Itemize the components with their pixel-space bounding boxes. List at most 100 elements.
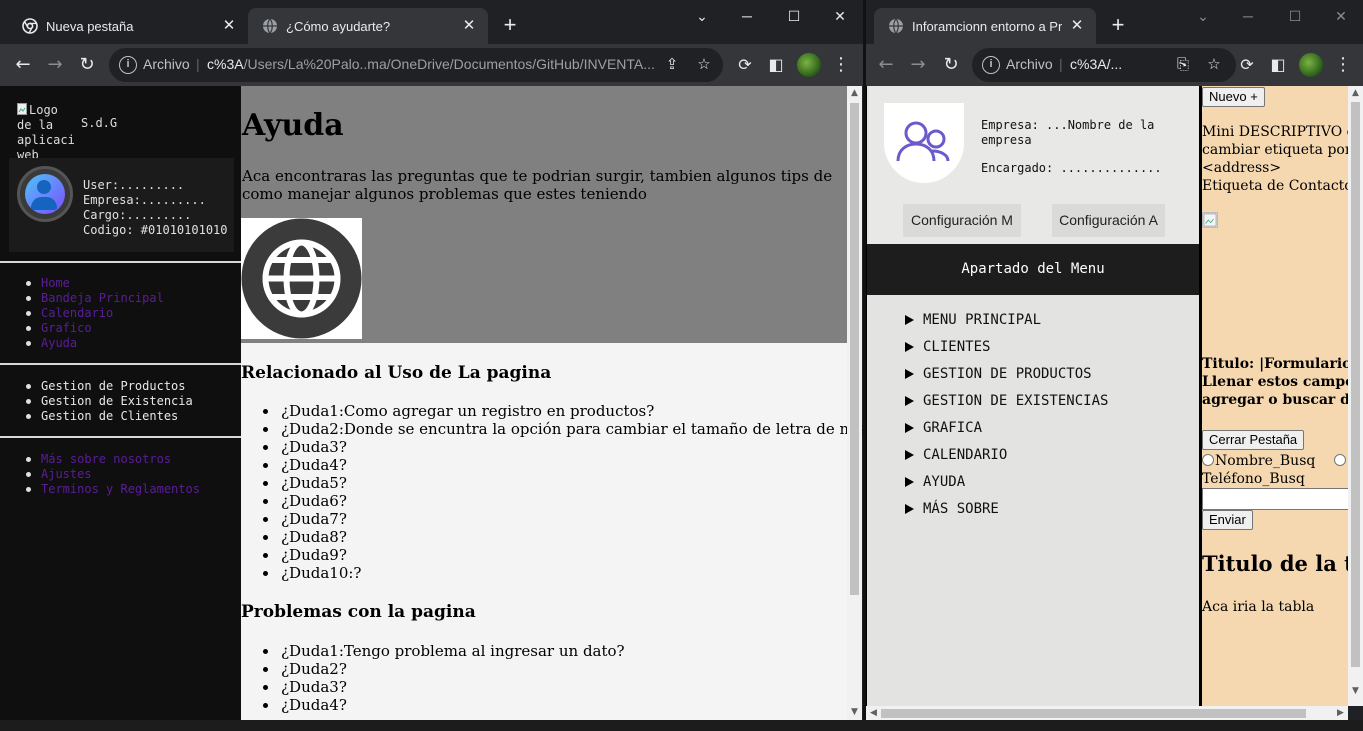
- close-window-icon[interactable]: ✕: [1331, 6, 1351, 26]
- back-icon[interactable]: ←: [874, 53, 898, 77]
- scroll-down-icon[interactable]: ▼: [1348, 684, 1363, 699]
- config-a-button[interactable]: Configuración A: [1052, 204, 1165, 237]
- close-tab-icon[interactable]: ✕: [1068, 17, 1086, 35]
- menu-kebab-icon[interactable]: ⋮: [829, 53, 853, 77]
- address-bar[interactable]: i Archivo | c%3A/... ⎘ ☆: [972, 48, 1236, 82]
- user-code: Codigo: #01010101010: [83, 223, 228, 237]
- section-title-problems: Problemas con la pagina: [241, 602, 476, 622]
- scroll-up-icon[interactable]: ▲: [847, 86, 862, 101]
- reload-icon[interactable]: ↻: [75, 53, 99, 77]
- menu-item-chart[interactable]: GRAFICA: [905, 419, 1108, 446]
- menu-kebab-icon[interactable]: ⋮: [1331, 53, 1355, 77]
- menu-item-products[interactable]: GESTION DE PRODUCTOS: [905, 365, 1108, 392]
- tab-help[interactable]: ¿Cómo ayudarte? ✕: [248, 8, 488, 44]
- tab-products[interactable]: Inforamcionn entorno a Produ ✕: [874, 8, 1096, 44]
- nav-item-calendar[interactable]: Calendario: [26, 306, 164, 321]
- vertical-scrollbar[interactable]: ▲ ▼: [1348, 86, 1363, 706]
- profile-avatar[interactable]: [1299, 53, 1323, 77]
- page-viewport: Empresa: ...Nombre de la empresa Encarga…: [866, 86, 1363, 720]
- browser-toolbar: ← → ↻ i Archivo | c%3A/Users/La%20Palo..…: [0, 44, 863, 86]
- share-icon[interactable]: ⇪: [663, 56, 681, 74]
- forward-icon[interactable]: →: [906, 53, 930, 77]
- separator: |: [196, 56, 200, 72]
- page-viewport: Logo de la aplicaci web S.d.G User:.....…: [0, 86, 863, 720]
- profile-avatar[interactable]: [797, 53, 821, 77]
- horizontal-scrollbar[interactable]: ◀ ▶: [866, 706, 1348, 720]
- divider: [0, 363, 241, 365]
- faq-item: ¿Duda10:?: [262, 564, 863, 582]
- user-avatar: [17, 166, 73, 222]
- menu-section-header: Apartado del Menu: [867, 244, 1199, 295]
- scrollbar-thumb[interactable]: [850, 103, 859, 595]
- sidebar: Logo de la aplicaci web S.d.G User:.....…: [0, 86, 241, 720]
- side-panel-icon[interactable]: ◧: [764, 53, 788, 77]
- menu-item-clients[interactable]: CLIENTES: [905, 338, 1108, 365]
- scroll-right-icon[interactable]: ▶: [1333, 706, 1348, 720]
- tab-title: Nueva pestaña: [46, 18, 134, 34]
- scrollbar-thumb[interactable]: [881, 709, 1306, 718]
- close-tab-icon[interactable]: ✕: [220, 17, 238, 35]
- menu-item-help[interactable]: AYUDA: [905, 473, 1108, 500]
- address-bar[interactable]: i Archivo | c%3A/Users/La%20Palo..ma/One…: [109, 48, 723, 82]
- extension-icon[interactable]: ⟳: [1235, 53, 1259, 77]
- tab-search-icon[interactable]: ⌄: [1193, 6, 1213, 26]
- nav-item-about[interactable]: Más sobre nosotros: [26, 452, 200, 467]
- divider: [0, 436, 241, 438]
- new-button[interactable]: Nuevo +: [1202, 87, 1265, 107]
- info-icon[interactable]: i: [119, 56, 137, 74]
- config-m-button[interactable]: Configuración M: [903, 204, 1021, 237]
- menu-sidebar: Empresa: ...Nombre de la empresa Encarga…: [866, 86, 1199, 720]
- scroll-down-icon[interactable]: ▼: [847, 705, 862, 720]
- broken-image-icon: [17, 103, 27, 115]
- scrollbar-thumb[interactable]: [1351, 102, 1360, 667]
- bookmark-star-icon[interactable]: ☆: [695, 56, 713, 74]
- menu-item-calendar[interactable]: CALENDARIO: [905, 446, 1108, 473]
- radio-name[interactable]: [1202, 454, 1214, 466]
- back-icon[interactable]: ←: [11, 53, 35, 77]
- user-company: Empresa:.........: [83, 193, 206, 207]
- menu-item-stock[interactable]: GESTION DE EXISTENCIAS: [905, 392, 1108, 419]
- maximize-icon[interactable]: ☐: [784, 6, 804, 26]
- search-input[interactable]: [1202, 488, 1348, 510]
- new-tab-icon[interactable]: +: [1105, 12, 1131, 38]
- form-title-line: Titulo: |Formulario|: [1202, 356, 1348, 372]
- minimize-icon[interactable]: ─: [737, 6, 757, 26]
- section-title-usage: Relacionado al Uso de La pagina: [241, 363, 552, 383]
- page-title: Ayuda: [242, 108, 344, 143]
- nav-item-terms[interactable]: Terminos y Reglamentos: [26, 482, 200, 497]
- new-tab-icon[interactable]: +: [497, 12, 523, 38]
- scroll-left-icon[interactable]: ◀: [866, 706, 881, 720]
- reload-icon[interactable]: ↻: [939, 53, 963, 77]
- send-button[interactable]: Enviar: [1202, 510, 1253, 530]
- side-panel-icon[interactable]: ◧: [1266, 53, 1290, 77]
- url-path: /Users/La%20Palo..ma/OneDrive/Documentos…: [243, 56, 655, 72]
- nav-item-products[interactable]: Gestion de Productos: [26, 379, 193, 394]
- nav-item-settings[interactable]: Ajustes: [26, 467, 200, 482]
- form-instructions: agregar o buscar dato: [1202, 392, 1348, 408]
- extension-icon[interactable]: ⟳: [733, 53, 757, 77]
- description-line: Mini DESCRIPTIVO c: [1202, 124, 1348, 140]
- minimize-icon[interactable]: ─: [1238, 6, 1258, 26]
- scroll-up-icon[interactable]: ▲: [1348, 86, 1363, 101]
- nav-item-home[interactable]: Home: [26, 276, 164, 291]
- radio-phone[interactable]: [1333, 454, 1346, 466]
- forward-icon[interactable]: →: [43, 53, 67, 77]
- tab-search-icon[interactable]: ⌄: [692, 6, 712, 26]
- bookmark-star-icon[interactable]: ☆: [1205, 56, 1223, 74]
- nav-item-chart[interactable]: Grafico: [26, 321, 164, 336]
- nav-item-help[interactable]: Ayuda: [26, 336, 164, 351]
- vertical-scrollbar[interactable]: ▲ ▼: [847, 86, 862, 720]
- menu-item-main[interactable]: MENU PRINCIPAL: [905, 311, 1108, 338]
- menu-item-more[interactable]: MÁS SOBRE: [905, 500, 1108, 527]
- info-icon[interactable]: i: [982, 56, 1000, 74]
- maximize-icon[interactable]: ☐: [1285, 6, 1305, 26]
- tab-new-tab[interactable]: Nueva pestaña ✕: [8, 8, 248, 44]
- nav-item-stock[interactable]: Gestion de Existencia: [26, 394, 193, 409]
- translate-icon[interactable]: ⎘: [1174, 56, 1192, 74]
- close-tab-button[interactable]: Cerrar Pestaña: [1202, 430, 1305, 450]
- nav-item-inbox[interactable]: Bandeja Principal: [26, 291, 164, 306]
- close-window-icon[interactable]: ✕: [830, 6, 850, 26]
- close-tab-icon[interactable]: ✕: [460, 17, 478, 35]
- page-intro: Aca encontraras las preguntas que te pod…: [242, 167, 833, 203]
- nav-item-clients[interactable]: Gestion de Clientes: [26, 409, 193, 424]
